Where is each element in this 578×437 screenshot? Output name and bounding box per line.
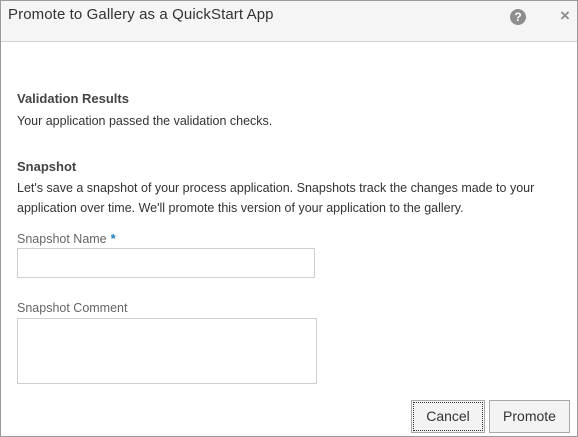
snapshot-description-line-2: application over time. We'll promote thi…	[17, 201, 464, 215]
required-marker: *	[110, 231, 116, 246]
close-icon[interactable]: ×	[557, 6, 573, 26]
snapshot-name-input[interactable]	[17, 248, 315, 278]
snapshot-description: Let's save a snapshot of your process ap…	[17, 178, 534, 218]
cancel-button[interactable]: Cancel	[411, 400, 485, 433]
snapshot-comment-textarea[interactable]	[17, 318, 317, 384]
snapshot-name-label: Snapshot Name *	[17, 231, 116, 246]
validation-message: Your application passed the validation c…	[17, 114, 273, 128]
promote-button[interactable]: Promote	[489, 400, 570, 433]
validation-heading: Validation Results	[17, 91, 129, 106]
snapshot-heading: Snapshot	[17, 159, 77, 174]
snapshot-comment-label: Snapshot Comment	[17, 301, 128, 315]
help-icon[interactable]: ?	[510, 9, 526, 25]
snapshot-description-line-1: Let's save a snapshot of your process ap…	[17, 181, 535, 195]
snapshot-name-label-text: Snapshot Name	[17, 232, 107, 246]
promote-dialog: Promote to Gallery as a QuickStart App ?…	[0, 0, 578, 437]
dialog-titlebar: Promote to Gallery as a QuickStart App ?…	[1, 1, 577, 42]
dialog-title: Promote to Gallery as a QuickStart App	[8, 6, 274, 23]
